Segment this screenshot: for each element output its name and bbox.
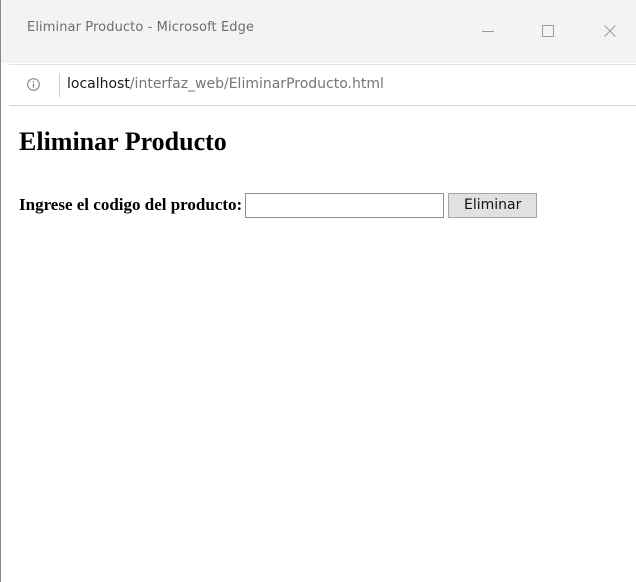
delete-button[interactable]: Eliminar: [448, 192, 538, 218]
title-bar[interactable]: Eliminar Producto - Microsoft Edge: [1, 0, 636, 63]
delete-product-form: Ingrese el codigo del producto: Eliminar: [19, 191, 538, 219]
product-code-input[interactable]: [245, 192, 445, 218]
browser-window: Eliminar Producto - Microsoft Edge local…: [0, 0, 636, 582]
minimize-button[interactable]: [465, 14, 511, 48]
url-field[interactable]: localhost/interfaz_web/EliminarProducto.…: [67, 76, 384, 92]
product-code-label: Ingrese el codigo del producto:: [19, 195, 243, 214]
minimize-icon: [482, 31, 494, 32]
url-path: /interfaz_web/EliminarProducto.html: [129, 76, 384, 92]
info-icon[interactable]: [27, 78, 40, 91]
maximize-button[interactable]: [525, 14, 571, 48]
url-host: localhost: [67, 76, 130, 92]
maximize-icon: [542, 25, 554, 37]
close-button[interactable]: [587, 14, 633, 48]
address-bar[interactable]: localhost/interfaz_web/EliminarProducto.…: [9, 64, 636, 106]
close-icon: [604, 25, 616, 37]
window-title: Eliminar Producto - Microsoft Edge: [27, 20, 255, 35]
page-title: Eliminar Producto: [19, 127, 227, 156]
page-content: Eliminar Producto Ingrese el codigo del …: [1, 112, 636, 582]
address-separator: [59, 73, 60, 97]
